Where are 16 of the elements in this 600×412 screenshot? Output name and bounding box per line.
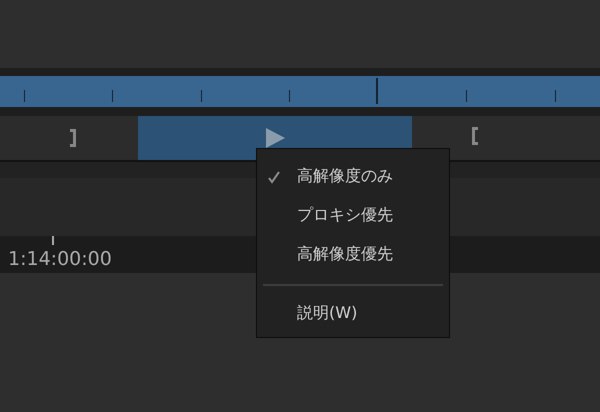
tick-mark — [201, 90, 202, 102]
menu-item[interactable]: 説明(W) — [257, 294, 358, 333]
timecode-label: 1:14:00:00 — [8, 248, 112, 270]
tick-mark — [289, 90, 290, 102]
out-bracket-icon — [470, 125, 480, 147]
checkmark-icon — [267, 170, 281, 184]
tick-mark — [24, 90, 25, 102]
menu-item[interactable]: プロキシ優先 — [257, 196, 393, 235]
menu-item[interactable]: 高解像度のみ — [257, 157, 393, 196]
timeline-ruler[interactable] — [0, 76, 600, 107]
tick-mark — [555, 90, 556, 102]
playhead-marker[interactable] — [376, 78, 378, 104]
in-bracket-icon — [68, 127, 78, 149]
tick-mark — [112, 90, 113, 102]
tick-mark — [466, 90, 467, 102]
menu-item[interactable]: 高解像度優先 — [257, 235, 393, 274]
